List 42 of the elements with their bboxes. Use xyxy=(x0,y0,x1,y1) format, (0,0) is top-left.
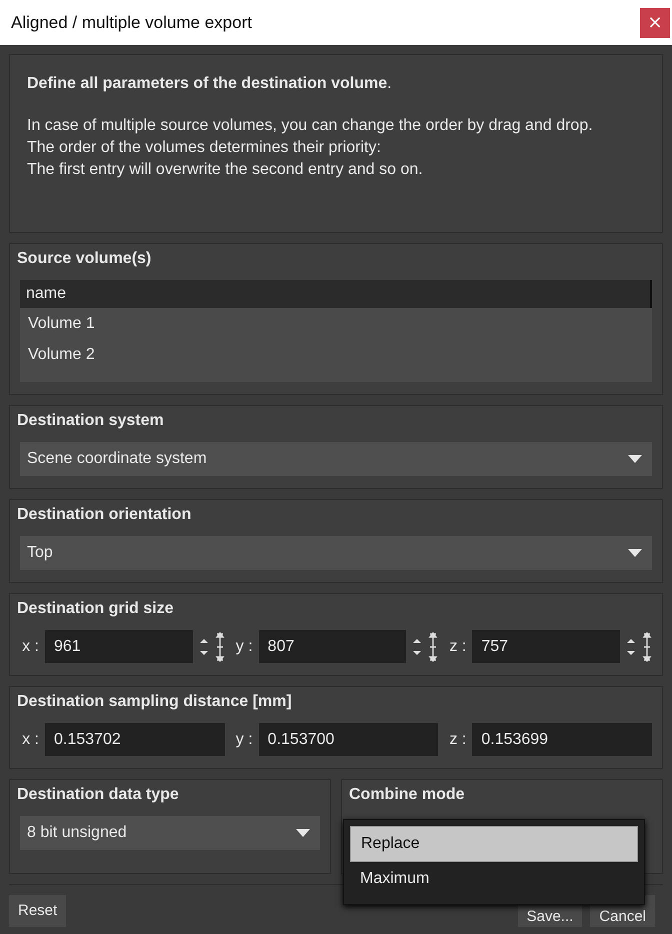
axis-label: y : xyxy=(234,638,253,656)
volume-item[interactable]: Volume 2 xyxy=(20,339,652,370)
section-title: Source volume(s) xyxy=(17,250,152,268)
section-title: Combine mode xyxy=(349,786,466,804)
section-title: Destination grid size xyxy=(17,600,174,618)
column-header[interactable]: name xyxy=(20,280,652,308)
range-icon[interactable] xyxy=(428,630,438,662)
dialog-button[interactable]: Reset xyxy=(9,895,66,927)
number-field[interactable]: 0.153699 xyxy=(472,723,652,756)
dropdown-value: 8 bit unsigned xyxy=(27,824,127,842)
number-field[interactable]: 0.153700 xyxy=(258,723,438,756)
axis-label: y : xyxy=(234,730,253,748)
section-title: Destination orientation xyxy=(17,506,192,524)
dropdown-value: Top xyxy=(27,544,53,562)
axis-label: x : xyxy=(21,730,39,748)
number-field[interactable]: 757 xyxy=(472,630,620,663)
close-button[interactable]: × xyxy=(640,8,670,38)
volume-list[interactable]: name Volume 1 Volume 2 xyxy=(20,280,652,382)
axis-label: x : xyxy=(21,638,39,656)
caret-icon xyxy=(628,455,642,463)
number-field[interactable]: 807 xyxy=(258,630,406,663)
caret-icon xyxy=(628,549,642,557)
axis-label: z : xyxy=(448,638,466,656)
intro-heading: Define all parameters of the destination volume. xyxy=(27,75,393,93)
section-title: Destination data type xyxy=(17,786,180,804)
dropdown-value: Scene coordinate system xyxy=(27,450,207,468)
dropdown[interactable]: 8 bit unsigned xyxy=(20,816,320,850)
intro-text: In case of multiple source volumes, you can change the order by drag and drop. The order of the volumes determines their priority: The first entry will overwrite the second entry and so on. xyxy=(27,116,594,180)
menu-option[interactable]: Maximum xyxy=(350,862,638,896)
axis-label: z : xyxy=(448,730,466,748)
menu-option[interactable]: Replace xyxy=(350,826,638,862)
window-title: Aligned / multiple volume export xyxy=(11,12,252,32)
range-icon[interactable] xyxy=(642,630,652,662)
range-icon[interactable] xyxy=(214,630,225,662)
section-title: Destination sampling distance [mm] xyxy=(17,693,293,711)
section-title: Destination system xyxy=(17,412,165,430)
number-field[interactable]: 0.153702 xyxy=(45,723,225,756)
dropdown[interactable]: Scene coordinate system xyxy=(20,442,652,476)
dropdown[interactable]: Top xyxy=(20,536,652,570)
number-field[interactable]: 961 xyxy=(45,630,193,663)
caret-icon xyxy=(296,829,310,837)
volume-item[interactable]: Volume 1 xyxy=(20,308,652,339)
